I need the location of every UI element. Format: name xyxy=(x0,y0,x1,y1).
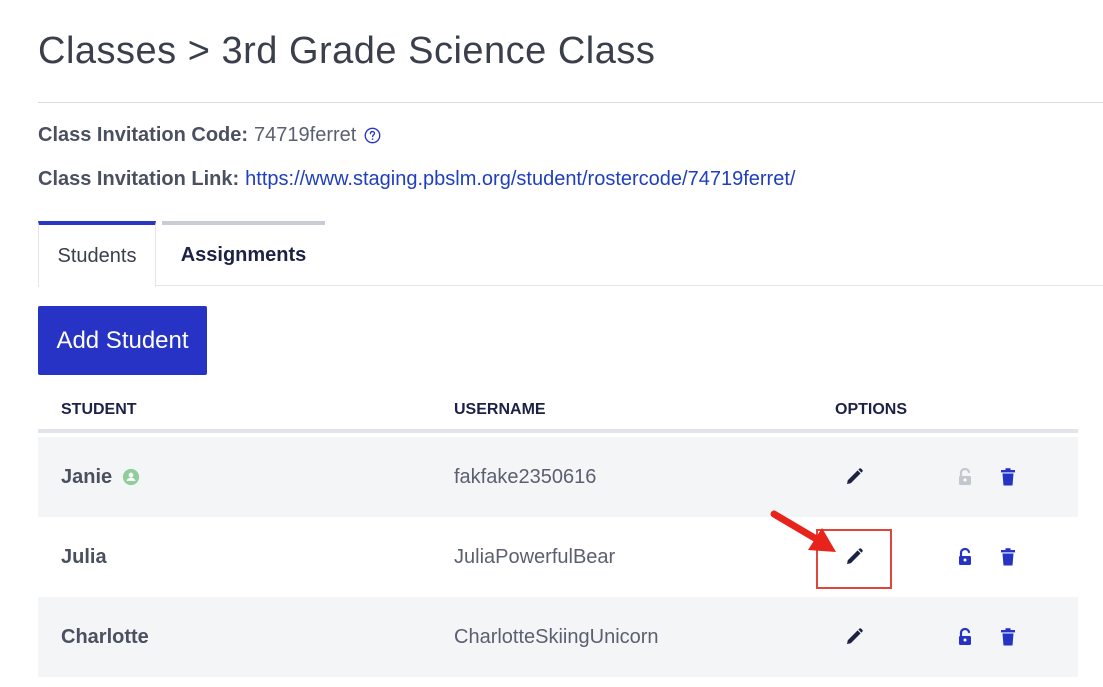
table-row: Julia JuliaPowerfulBear xyxy=(38,517,1078,597)
tab-bar: Students Assignments xyxy=(38,221,1103,287)
help-circle-icon[interactable] xyxy=(364,127,381,144)
unlock-icon xyxy=(959,467,971,485)
edit-button[interactable] xyxy=(840,437,868,517)
tab-assignments[interactable]: Assignments xyxy=(162,221,325,286)
add-student-button[interactable]: Add Student xyxy=(38,306,207,375)
delete-button[interactable] xyxy=(994,437,1022,517)
table-row: Charlotte CharlotteSkiingUnicorn xyxy=(38,597,1078,677)
column-header-options: OPTIONS xyxy=(835,401,908,418)
invitation-code-row: Class Invitation Code: 74719ferret xyxy=(38,124,381,147)
unlock-button[interactable] xyxy=(951,597,979,677)
title-divider xyxy=(38,102,1103,103)
username: JuliaPowerfulBear xyxy=(454,545,616,568)
tab-students[interactable]: Students xyxy=(38,221,156,287)
delete-button[interactable] xyxy=(994,597,1022,677)
invitation-code-label: Class Invitation Code: xyxy=(38,124,249,146)
student-name-cell: Janie xyxy=(61,437,140,517)
trash-icon xyxy=(1001,548,1015,566)
pencil-icon xyxy=(847,468,863,484)
username: fakfake2350616 xyxy=(454,465,597,488)
student-name-cell: Charlotte xyxy=(61,597,149,677)
trash-icon xyxy=(1001,628,1015,646)
trash-icon xyxy=(1001,468,1015,486)
annotation-arrow-icon xyxy=(770,510,836,552)
invitation-link-label: Class Invitation Link: xyxy=(38,168,240,190)
pencil-icon xyxy=(847,628,863,644)
page-title: Classes > 3rd Grade Science Class xyxy=(38,30,656,72)
student-name-cell: Julia xyxy=(61,517,107,597)
invitation-code-value: 74719ferret xyxy=(254,124,357,146)
unlock-button[interactable] xyxy=(951,437,979,517)
username: CharlotteSkiingUnicorn xyxy=(454,625,659,648)
edit-button[interactable] xyxy=(840,597,868,677)
delete-button[interactable] xyxy=(994,517,1022,597)
invitation-link-row: Class Invitation Link: https://www.stagi… xyxy=(38,168,795,191)
unlock-icon xyxy=(959,627,971,645)
student-name: Janie xyxy=(61,465,113,488)
table-header: STUDENT USERNAME OPTIONS xyxy=(38,393,1078,433)
student-name: Charlotte xyxy=(61,625,149,648)
column-header-username: USERNAME xyxy=(454,401,546,418)
unlock-button[interactable] xyxy=(951,517,979,597)
column-header-student: STUDENT xyxy=(61,401,137,418)
invitation-link[interactable]: https://www.staging.pbslm.org/student/ro… xyxy=(245,168,795,191)
unlock-icon xyxy=(959,547,971,565)
user-status-icon xyxy=(123,468,140,486)
table-row: Janie fakfake2350616 xyxy=(38,437,1078,517)
student-name: Julia xyxy=(61,545,107,568)
